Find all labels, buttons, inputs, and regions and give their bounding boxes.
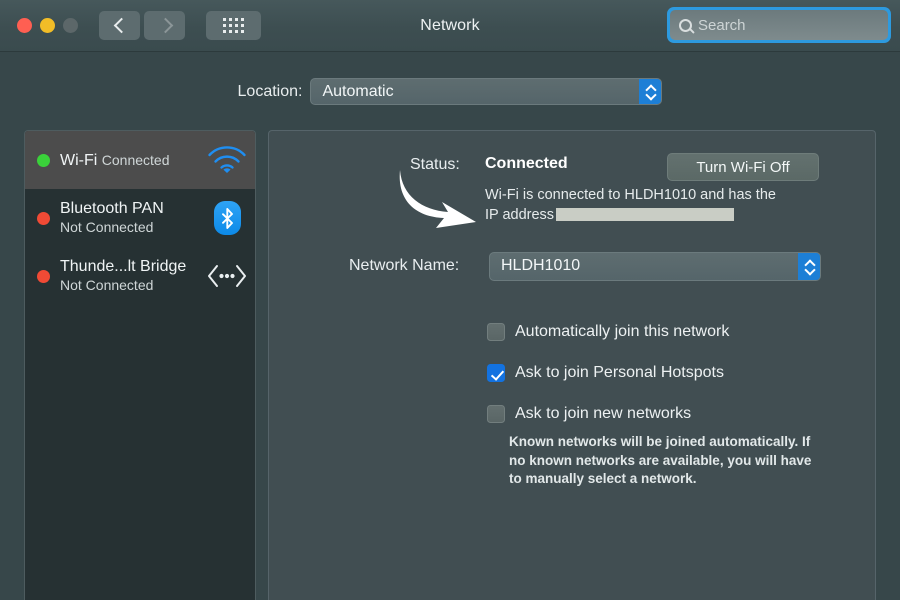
sidebar-item-thunderbolt-bridge[interactable]: Thunde...lt Bridge Not Connected xyxy=(25,247,255,305)
wifi-options-group: Automatically join this network Ask to j… xyxy=(487,319,847,442)
checkbox-auto-join[interactable] xyxy=(487,323,505,341)
thunderbolt-icon xyxy=(205,263,249,289)
status-label: Status: xyxy=(410,156,460,173)
checkbox-label: Ask to join Personal Hotspots xyxy=(515,364,724,381)
status-value: Connected xyxy=(485,155,568,172)
service-state: Not Connected xyxy=(60,219,154,235)
service-text: Wi-Fi Connected xyxy=(60,151,205,170)
network-preferences-window: Network Search Location: Automatic Wi-Fi… xyxy=(0,0,900,600)
forward-button[interactable] xyxy=(144,11,185,40)
location-label: Location: xyxy=(237,82,303,100)
help-text: Known networks will be joined automatica… xyxy=(509,434,812,486)
traffic-light-controls xyxy=(17,18,78,33)
show-all-button[interactable] xyxy=(206,11,261,40)
sidebar-item-bluetooth-pan[interactable]: Bluetooth PAN Not Connected xyxy=(25,189,255,247)
back-button[interactable] xyxy=(99,11,140,40)
checkbox-label: Ask to join new networks xyxy=(515,405,692,422)
chevron-right-icon xyxy=(160,17,170,34)
status-indicator-dot xyxy=(37,269,50,283)
turn-wifi-off-button[interactable]: Turn Wi-Fi Off xyxy=(667,153,819,181)
search-focus-ring: Search xyxy=(667,7,891,43)
service-text: Bluetooth PAN Not Connected xyxy=(60,199,205,237)
network-services-list[interactable]: Wi-Fi Connected Bluetooth PAN Not Connec… xyxy=(24,130,256,600)
search-icon xyxy=(679,18,692,32)
navigation-buttons xyxy=(99,11,261,40)
checkbox-personal-hotspots[interactable] xyxy=(487,364,505,382)
wifi-icon xyxy=(205,146,249,174)
location-dropdown[interactable]: Automatic xyxy=(310,78,663,105)
grid-view-icon xyxy=(223,18,244,33)
wifi-detail-panel: Status: Connected Turn Wi-Fi Off Wi-Fi i… xyxy=(268,130,876,600)
service-state: Not Connected xyxy=(60,277,154,293)
window-titlebar: Network Search xyxy=(0,0,900,52)
status-indicator-dot xyxy=(37,153,50,167)
status-indicator-dot xyxy=(37,211,50,225)
checkbox-row-personal-hotspots[interactable]: Ask to join Personal Hotspots xyxy=(487,360,847,386)
zoom-button[interactable] xyxy=(63,18,78,33)
close-button[interactable] xyxy=(17,18,32,33)
checkbox-label: Automatically join this network xyxy=(515,323,730,340)
chevron-left-icon xyxy=(115,17,125,34)
bluetooth-icon xyxy=(205,201,249,235)
checkbox-new-networks[interactable] xyxy=(487,405,505,423)
service-state: Connected xyxy=(101,151,170,168)
network-name-selected-value: HLDH1010 xyxy=(501,257,581,274)
network-name-label: Network Name: xyxy=(349,257,460,274)
minimize-button[interactable] xyxy=(40,18,55,33)
sidebar-item-wifi[interactable]: Wi-Fi Connected xyxy=(25,131,255,189)
service-name: Wi-Fi xyxy=(60,151,98,169)
checkbox-row-new-networks[interactable]: Ask to join new networks xyxy=(487,401,847,427)
network-name-dropdown[interactable]: HLDH1010 xyxy=(489,251,821,281)
ip-address-redaction-bar xyxy=(556,208,735,221)
location-row: Location: Automatic xyxy=(0,78,900,105)
search-input[interactable]: Search xyxy=(670,10,888,40)
chevron-updown-icon xyxy=(798,252,820,280)
chevron-updown-icon xyxy=(639,79,662,104)
service-name: Thunde...lt Bridge xyxy=(60,258,187,275)
service-name: Bluetooth PAN xyxy=(60,200,164,217)
search-placeholder: Search xyxy=(698,16,746,34)
service-text: Thunde...lt Bridge Not Connected xyxy=(60,257,205,295)
status-description: Wi-Fi is connected to HLDH1010 and has t… xyxy=(485,185,785,225)
location-selected-value: Automatic xyxy=(322,82,394,100)
checkbox-row-auto-join[interactable]: Automatically join this network xyxy=(487,319,847,345)
